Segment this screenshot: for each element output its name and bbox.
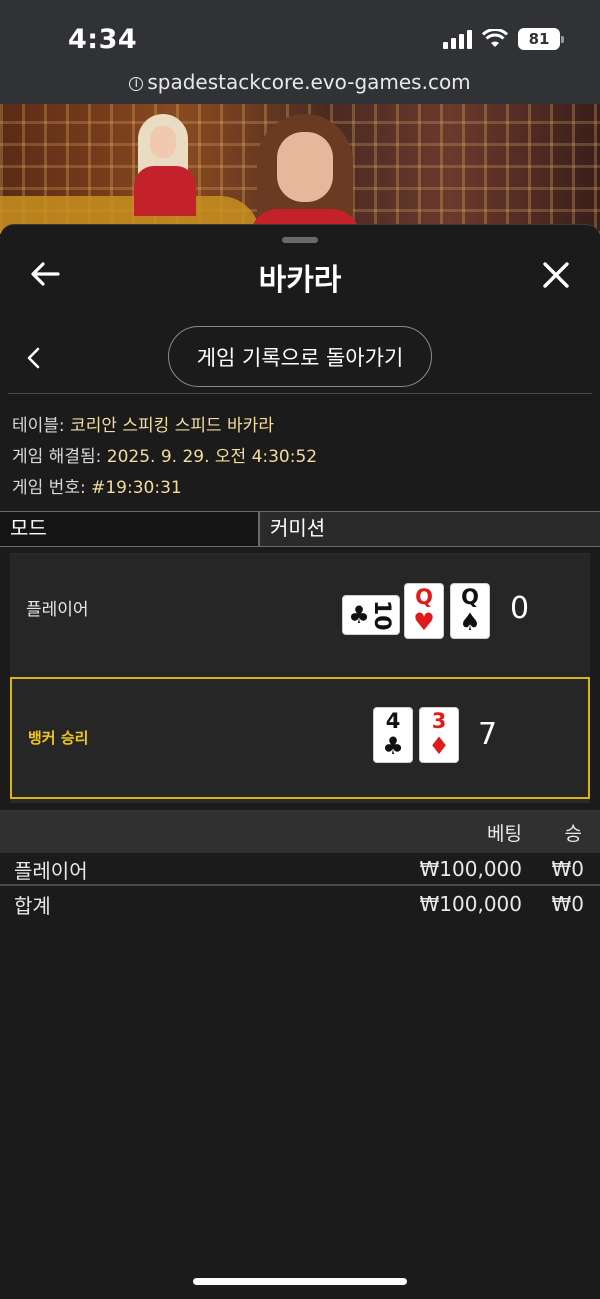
player-score: 0: [510, 591, 530, 626]
playing-card: 4 ♣: [373, 707, 413, 763]
banker-win-label: 뱅커 승리: [28, 729, 89, 747]
game-history-sheet: 바카라 게임 기록으로 돌아가기 테이블: 코리안 스피킹 스피드 바카라 게임…: [0, 224, 600, 1299]
sheet-grabber[interactable]: [282, 237, 318, 243]
bet-amount: ₩100,000: [419, 857, 522, 881]
total-label: 합계: [14, 894, 51, 918]
table-row: 플레이어 ₩100,000 ₩0: [0, 853, 600, 886]
playing-card: ♣ 10: [342, 595, 400, 635]
resolved-label: 게임 해결됨:: [12, 447, 102, 467]
battery-icon: 81: [518, 28, 564, 50]
wifi-icon: [482, 29, 508, 47]
mode-tabs: 모드 커미션: [0, 511, 600, 547]
page-title: 바카라: [258, 263, 342, 298]
divider: [8, 393, 592, 394]
total-bet-amount: ₩100,000: [419, 892, 522, 916]
table-value: 코리안 스피킹 스피드 바카라: [70, 416, 274, 436]
bet-table-header: 베팅 승: [0, 810, 600, 853]
status-bar: 4:34 81 i spadestackcore.evo-games.com: [0, 0, 600, 104]
win-amount: ₩0: [551, 857, 585, 881]
playing-card: 3 ♦: [419, 707, 459, 763]
resolved-value: 2025. 9. 29. 오전 4:30:52: [106, 447, 318, 467]
playing-card: Q ♠: [450, 583, 490, 639]
cellular-signal-icon: [443, 29, 472, 49]
game-number-info: 게임 번호: #19:30:31: [12, 473, 182, 498]
game-result-panel: 플레이어 ♣ 10 Q ♥ Q ♠ 0 뱅커 승리 4 ♣ 3 ♦ 7: [10, 553, 590, 803]
back-to-history-button[interactable]: 게임 기록으로 돌아가기: [168, 326, 432, 387]
total-win-amount: ₩0: [551, 892, 585, 916]
divider: [0, 884, 600, 886]
table-info: 테이블: 코리안 스피킹 스피드 바카라: [12, 411, 274, 436]
game-number-label: 게임 번호:: [12, 478, 86, 498]
status-time: 4:34: [68, 24, 138, 55]
status-icons: 81: [443, 28, 564, 50]
resolved-info: 게임 해결됨: 2025. 9. 29. 오전 4:30:52: [12, 442, 317, 467]
info-icon: i: [129, 77, 144, 91]
url-text: spadestackcore.evo-games.com: [147, 70, 471, 94]
win-column-header: 승: [564, 823, 582, 845]
bet-column-header: 베팅: [487, 823, 522, 845]
tab-mode[interactable]: 모드: [0, 511, 260, 547]
playing-card: Q ♥: [404, 583, 444, 639]
banker-hand-row: 뱅커 승리 4 ♣ 3 ♦ 7: [10, 677, 590, 799]
tab-commission[interactable]: 커미션: [260, 511, 600, 547]
total-row: 합계 ₩100,000 ₩0: [0, 888, 600, 921]
player-label: 플레이어: [26, 600, 89, 620]
bet-name: 플레이어: [14, 859, 88, 883]
url-bar[interactable]: i spadestackcore.evo-games.com: [0, 70, 600, 94]
home-indicator[interactable]: [193, 1278, 407, 1285]
banker-score: 7: [478, 717, 498, 752]
chevron-left-icon[interactable]: [22, 343, 46, 373]
live-video-preview: [0, 104, 600, 234]
game-number-value: #19:30:31: [91, 478, 182, 498]
player-hand-row: 플레이어 ♣ 10 Q ♥ Q ♠ 0: [10, 555, 590, 677]
table-label: 테이블:: [12, 416, 65, 436]
close-icon[interactable]: [542, 261, 570, 289]
